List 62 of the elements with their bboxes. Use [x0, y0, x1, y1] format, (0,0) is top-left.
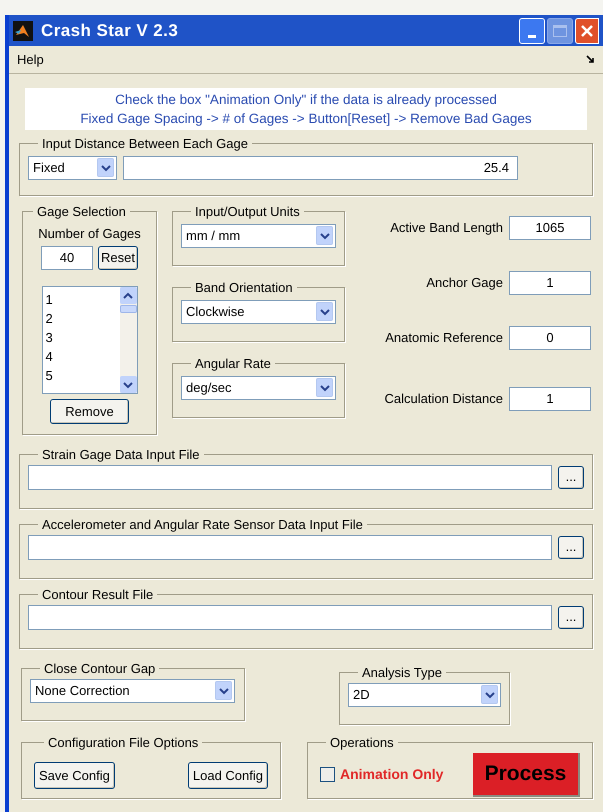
- file-path-field[interactable]: [28, 464, 552, 490]
- close-button[interactable]: [575, 18, 599, 44]
- config-button[interactable]: Load Config: [188, 762, 268, 789]
- scroll-up-icon[interactable]: [120, 287, 136, 304]
- app-icon: [13, 20, 33, 40]
- group-label: Analysis Type: [361, 664, 443, 682]
- list-item[interactable]: 3: [46, 328, 120, 347]
- group-label: Angular Rate: [194, 355, 272, 373]
- remove-button[interactable]: Remove: [50, 399, 129, 424]
- group-label: Close Contour Gap: [43, 660, 156, 678]
- maximize-button[interactable]: [547, 18, 573, 44]
- group-label: Configuration File Options: [47, 734, 200, 752]
- animation-only-checkbox[interactable]: [320, 767, 335, 782]
- group-label: Input/Output Units: [194, 203, 301, 221]
- group-label: Band Orientation: [194, 279, 294, 297]
- scroll-down-icon[interactable]: [120, 376, 136, 393]
- distance-field[interactable]: 25.4: [123, 156, 518, 180]
- info-text: Fixed Gage Spacing -> # of Gages -> Button[Reset] -> Remove Bad Gages: [80, 110, 532, 128]
- dropdown[interactable]: None Correction: [30, 678, 235, 702]
- scroll-thumb[interactable]: [120, 305, 136, 313]
- list-item[interactable]: 2: [46, 309, 120, 328]
- number-field[interactable]: 1: [509, 271, 591, 295]
- browse-button[interactable]: ...: [558, 536, 584, 558]
- list-item[interactable]: 5: [46, 366, 120, 385]
- field-label: Anchor Gage: [426, 274, 503, 292]
- number-field[interactable]: 0: [509, 326, 591, 350]
- group-label: Strain Gage Data Input File: [41, 446, 201, 464]
- group-label: Gage Selection: [36, 203, 127, 221]
- field-label: Active Band Length: [390, 219, 503, 238]
- process-button[interactable]: Process: [473, 752, 580, 796]
- config-button[interactable]: Save Config: [34, 762, 115, 789]
- number-field[interactable]: 1065: [509, 216, 591, 240]
- info-text: Check the box "Animation Only" if the data is already processed: [115, 91, 497, 109]
- gage-count-field[interactable]: 40: [41, 246, 94, 270]
- group-label: Accelerometer and Angular Rate Sensor Data Input File: [41, 516, 364, 534]
- gage-list[interactable]: 1 2 3 4 5: [42, 286, 138, 394]
- dock-arrow-icon[interactable]: [586, 55, 595, 64]
- field-label: Number of Gages: [38, 224, 141, 243]
- minimize-button[interactable]: [519, 18, 545, 44]
- group-label: Contour Result File: [41, 586, 154, 604]
- menu-item[interactable]: Help: [17, 50, 44, 70]
- file-path-field[interactable]: [28, 604, 552, 630]
- list-item[interactable]: 4: [46, 347, 120, 366]
- window-title: Crash Star V 2.3: [41, 20, 178, 42]
- dropdown[interactable]: mm / mm: [181, 224, 336, 248]
- group-label: Operations: [329, 734, 395, 752]
- dropdown[interactable]: deg/sec: [181, 376, 336, 400]
- list-item[interactable]: 1: [46, 290, 120, 309]
- dropdown[interactable]: Fixed: [28, 156, 117, 180]
- group-label: Input Distance Between Each Gage: [41, 135, 249, 153]
- dropdown[interactable]: 2D: [348, 682, 501, 706]
- browse-button[interactable]: ...: [558, 606, 584, 628]
- close-icon[interactable]: [580, 24, 594, 38]
- browse-button[interactable]: ...: [558, 466, 584, 488]
- field-label: Calculation Distance: [384, 390, 503, 408]
- reset-button[interactable]: Reset: [98, 246, 138, 270]
- dropdown[interactable]: Clockwise: [181, 300, 336, 324]
- field-label: Anatomic Reference: [385, 329, 503, 348]
- file-path-field[interactable]: [28, 534, 552, 560]
- number-field[interactable]: 1: [509, 387, 591, 411]
- checkbox-label[interactable]: Animation Only: [340, 764, 444, 785]
- scrollbar[interactable]: [120, 287, 136, 393]
